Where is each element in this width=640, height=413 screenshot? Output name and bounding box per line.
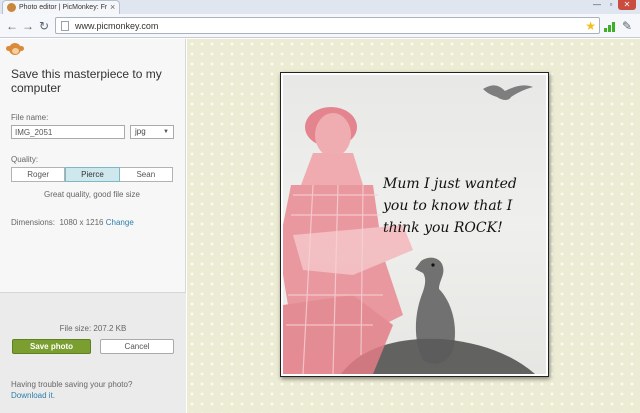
photo-frame: Mum I just wanted you to know that I thi… xyxy=(280,72,549,377)
picmonkey-logo-icon[interactable] xyxy=(6,42,24,56)
quality-option-roger[interactable]: Roger xyxy=(11,167,66,182)
wrench-menu-icon[interactable]: ✎ xyxy=(622,18,632,34)
format-value: jpg xyxy=(135,127,146,136)
quality-option-pierce[interactable]: Pierce xyxy=(65,167,120,182)
tab-close-icon[interactable]: × xyxy=(110,1,115,13)
page-icon xyxy=(61,21,69,31)
file-size-text: File size: 207.2 KB xyxy=(59,324,127,333)
quality-option-sean[interactable]: Sean xyxy=(119,167,173,182)
file-name-input[interactable] xyxy=(11,125,125,139)
browser-tab[interactable]: Photo editor | PicMonkey: Fr × xyxy=(2,0,120,14)
browser-titlebar: Photo editor | PicMonkey: Fr × — ▫ ✕ xyxy=(0,0,640,14)
picmonkey-favicon-icon xyxy=(7,3,16,12)
quality-description: Great quality, good file size xyxy=(44,190,140,199)
panel-heading: Save this masterpiece to my computer xyxy=(11,67,162,95)
extension-signal-icon[interactable] xyxy=(604,20,618,32)
save-panel: Save this masterpiece to my computer Fil… xyxy=(0,39,186,413)
url-text: www.picmonkey.com xyxy=(75,21,159,31)
reload-icon[interactable]: ↻ xyxy=(36,18,52,34)
window-controls: — ▫ ✕ xyxy=(590,0,636,12)
photo-caption: Mum I just wanted you to know that I thi… xyxy=(383,176,517,236)
format-select[interactable]: jpg ▼ xyxy=(130,125,174,139)
bookmark-star-icon[interactable]: ★ xyxy=(585,18,596,34)
quality-selector: Roger Pierce Sean xyxy=(11,167,173,182)
dimensions-value: 1080 x 1216 xyxy=(59,218,104,227)
photo-canvas: Mum I just wanted you to know that I thi… xyxy=(187,39,640,413)
window-close-icon[interactable]: ✕ xyxy=(618,0,636,10)
cancel-button[interactable]: Cancel xyxy=(100,339,174,354)
edited-photo: Mum I just wanted you to know that I thi… xyxy=(283,75,546,374)
chevron-down-icon: ▼ xyxy=(163,129,169,135)
help-text: Having trouble saving your photo? xyxy=(11,380,133,389)
file-name-label: File name: xyxy=(11,113,49,122)
save-photo-button[interactable]: Save photo xyxy=(12,339,91,354)
maximize-icon[interactable]: ▫ xyxy=(604,0,618,10)
download-link[interactable]: Download it. xyxy=(11,391,55,401)
dimensions-label: Dimensions: xyxy=(11,218,56,227)
dimensions-change-link[interactable]: Change xyxy=(106,218,134,227)
address-bar[interactable]: www.picmonkey.com ★ xyxy=(55,17,600,34)
dimensions-row: Dimensions: 1080 x 1216 Change xyxy=(11,218,134,228)
tab-title: Photo editor | PicMonkey: Fr xyxy=(19,4,107,11)
back-arrow-icon[interactable]: ← xyxy=(4,18,20,34)
quality-label: Quality: xyxy=(11,155,39,164)
forward-arrow-icon[interactable]: → xyxy=(20,18,36,34)
browser-toolbar: ← → ↻ www.picmonkey.com ★ ✎ xyxy=(0,14,640,38)
minimize-icon[interactable]: — xyxy=(590,0,604,10)
